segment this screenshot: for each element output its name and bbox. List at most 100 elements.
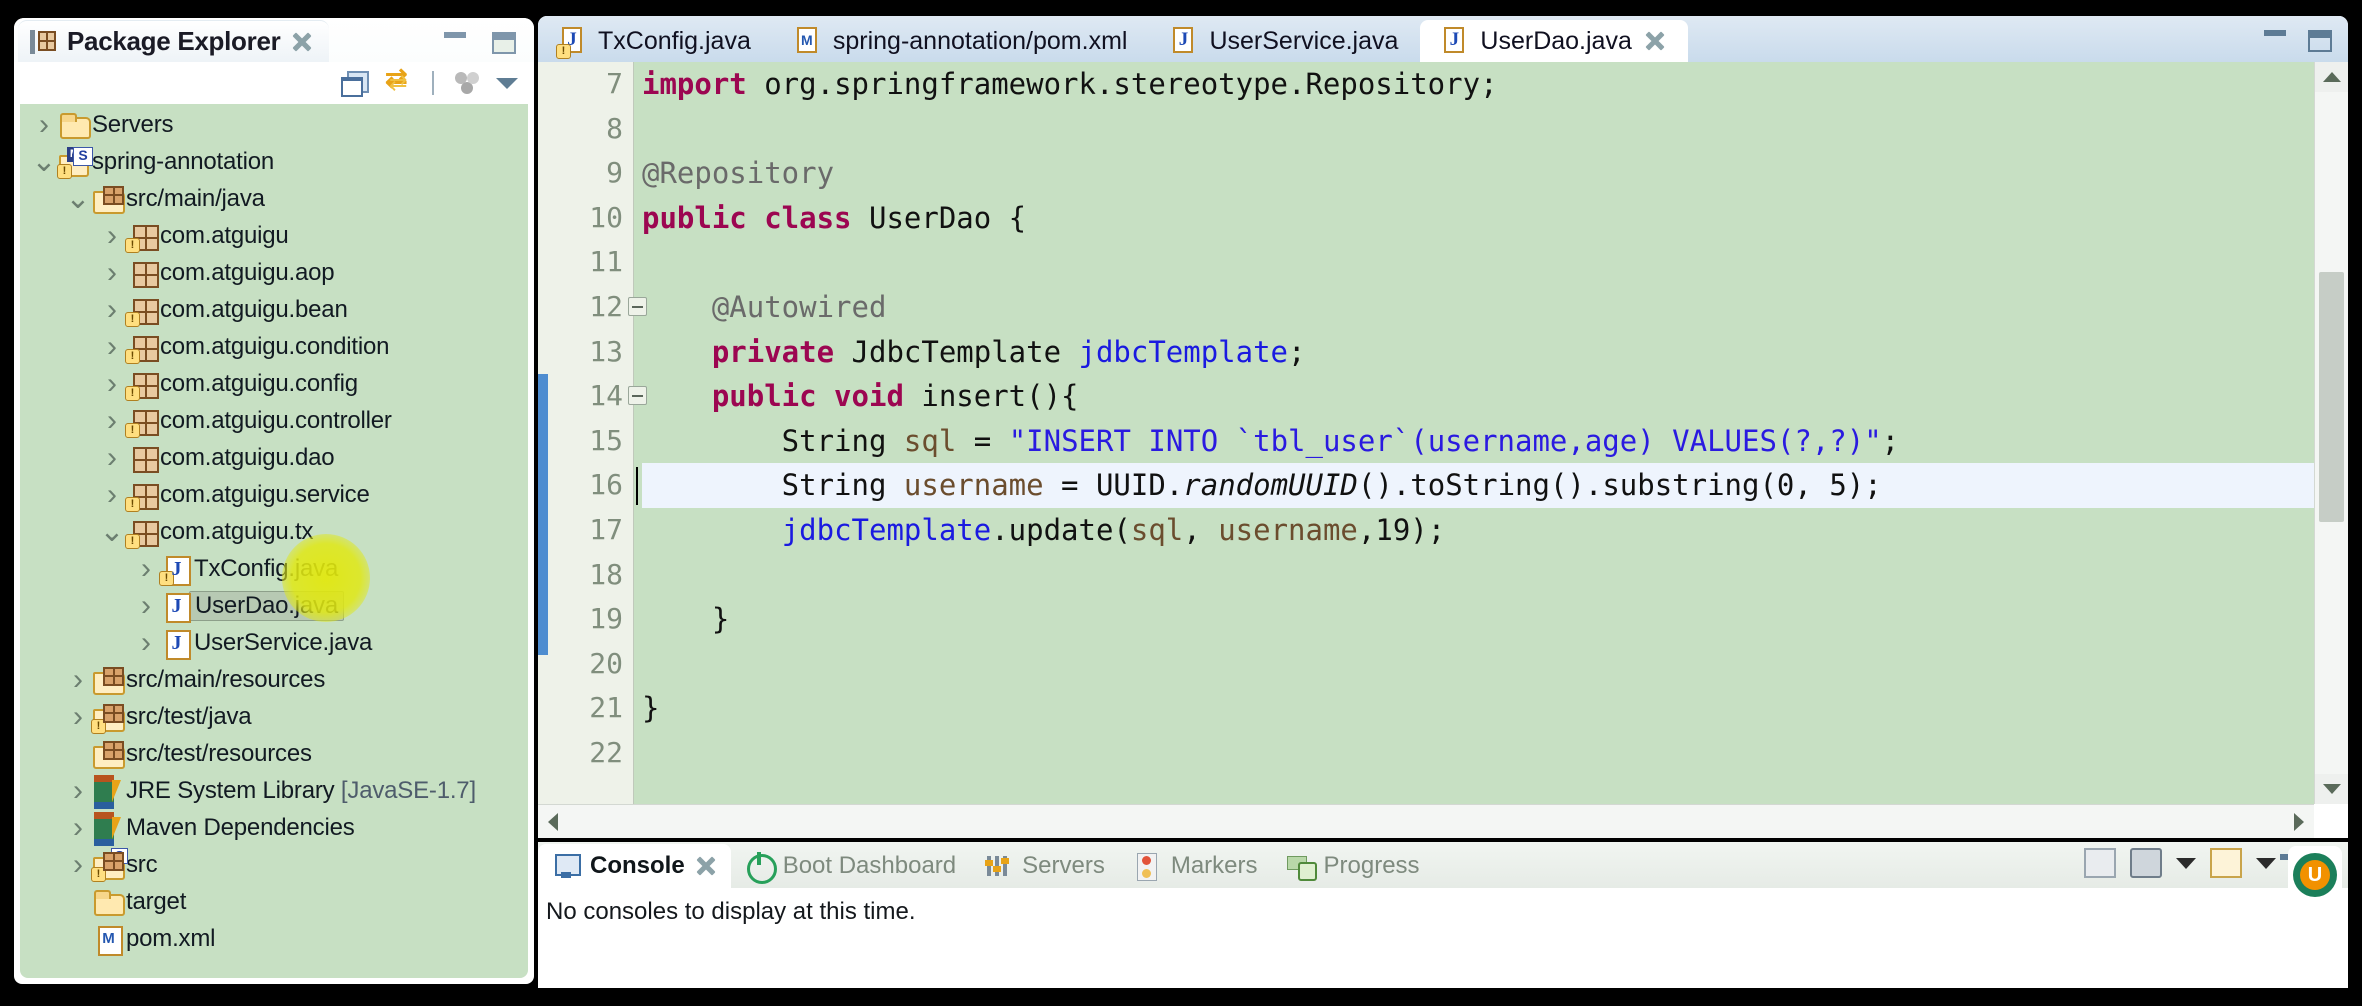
code-pane[interactable]: 7 8 9 10 11 12 13 14 15 16 17 18 19 20 21 22 import org…	[538, 62, 2314, 804]
tree-item-src[interactable]: ›! Ssrc	[20, 846, 528, 883]
open-console-caret-icon[interactable]	[2256, 857, 2276, 869]
chevron-right-icon[interactable]: ›	[98, 442, 126, 473]
maximize-icon[interactable]	[492, 32, 516, 54]
tree-item-label: src/main/java	[126, 184, 265, 212]
code-line[interactable]	[642, 642, 2314, 687]
console-tab-console[interactable]: Console	[538, 844, 731, 888]
chevron-down-icon[interactable]: ⌄	[64, 183, 92, 213]
chevron-right-icon[interactable]: ›	[98, 405, 126, 436]
code-line[interactable]	[642, 240, 2314, 285]
collapse-all-icon[interactable]	[340, 69, 370, 97]
chevron-right-icon[interactable]: ›	[132, 553, 160, 584]
chevron-right-icon[interactable]: ›	[98, 331, 126, 362]
chevron-right-icon[interactable]: ›	[64, 775, 92, 806]
minimize-icon[interactable]	[444, 32, 466, 38]
close-icon[interactable]	[291, 31, 313, 53]
tree-item-com-atguigu-condition[interactable]: ›! com.atguigu.condition	[20, 328, 528, 365]
chevron-right-icon[interactable]: ›	[64, 849, 92, 880]
code-line[interactable]: }	[642, 686, 2314, 731]
vertical-scrollbar[interactable]	[2314, 62, 2348, 804]
line-number: 21	[589, 691, 623, 725]
tree-item-jre-system-library[interactable]: › JRE System Library [JavaSE-1.7]	[20, 772, 528, 809]
tree-item-com-atguigu-tx[interactable]: ⌄! com.atguigu.tx	[20, 513, 528, 550]
tree-item-label: target	[126, 887, 187, 915]
code-line[interactable]	[642, 107, 2314, 152]
code-text[interactable]: import org.springframework.stereotype.Re…	[634, 62, 2314, 804]
scroll-down-arrow-icon[interactable]	[2315, 774, 2348, 804]
clear-console-icon[interactable]	[2084, 848, 2116, 878]
tree-item-maven-dependencies[interactable]: › Maven Dependencies	[20, 809, 528, 846]
editor-minimize-icon[interactable]	[2264, 30, 2286, 36]
tree-item-com-atguigu-config[interactable]: ›! com.atguigu.config	[20, 365, 528, 402]
console-tab-markers[interactable]: Markers	[1119, 844, 1272, 888]
code-line[interactable]: import org.springframework.stereotype.Re…	[642, 62, 2314, 107]
tree-item-target[interactable]: target	[20, 883, 528, 920]
chevron-right-icon[interactable]: ›	[98, 257, 126, 288]
code-line[interactable]: String username = UUID.randomUUID().toSt…	[636, 463, 2314, 508]
close-icon[interactable]	[695, 855, 717, 877]
chevron-right-icon[interactable]: ›	[98, 294, 126, 325]
package-explorer-tab[interactable]: Package Explorer	[18, 20, 330, 62]
chevron-right-icon[interactable]: ›	[30, 109, 58, 140]
chevron-right-icon[interactable]: ›	[98, 479, 126, 510]
tree-item-src-main-resources[interactable]: › src/main/resources	[20, 661, 528, 698]
tree-item-pom-xml[interactable]: pom.xml	[20, 920, 528, 957]
tree-item-src-main-java[interactable]: ⌄ src/main/java	[20, 180, 528, 217]
editor-tab-userdao-java[interactable]: J UserDao.java	[1420, 20, 1688, 62]
chevron-right-icon[interactable]: ›	[64, 701, 92, 732]
tree-item-src-test-resources[interactable]: src/test/resources	[20, 735, 528, 772]
code-line[interactable]: jdbcTemplate.update(sql, username,19);	[642, 508, 2314, 553]
code-line[interactable]: @Autowired	[642, 285, 2314, 330]
code-editor[interactable]: 7 8 9 10 11 12 13 14 15 16 17 18 19 20 21 22 import org…	[538, 62, 2348, 838]
open-console-icon[interactable]	[2210, 848, 2242, 878]
horizontal-scrollbar[interactable]	[538, 804, 2314, 838]
code-line[interactable]: String sql = "INSERT INTO `tbl_user`(use…	[642, 419, 2314, 464]
chevron-right-icon[interactable]: ›	[132, 627, 160, 658]
chevron-down-icon[interactable]: ⌄	[98, 516, 126, 546]
vertical-scrollbar-thumb[interactable]	[2319, 272, 2344, 522]
chevron-right-icon[interactable]: ›	[64, 664, 92, 695]
code-line[interactable]: public void insert(){	[642, 374, 2314, 419]
link-with-editor-icon[interactable]	[384, 63, 414, 97]
chevron-right-icon[interactable]: ›	[64, 812, 92, 843]
tree-item-com-atguigu-controller[interactable]: ›! com.atguigu.controller	[20, 402, 528, 439]
close-icon[interactable]	[1644, 30, 1666, 52]
code-line[interactable]	[642, 731, 2314, 776]
tree-item-com-atguigu-dao[interactable]: › com.atguigu.dao	[20, 439, 528, 476]
display-selected-console-caret-icon[interactable]	[2176, 857, 2196, 869]
chevron-right-icon[interactable]: ›	[132, 590, 160, 621]
tree-item-servers[interactable]: › Servers	[20, 106, 528, 143]
code-line[interactable]: private JdbcTemplate jdbcTemplate;	[642, 330, 2314, 375]
editor-tab-userservice-java[interactable]: J UserService.java	[1149, 20, 1420, 62]
code-line[interactable]: public class UserDao {	[642, 196, 2314, 241]
tree-item-spring-annotation[interactable]: ⌄!Mspring-annotation	[20, 143, 528, 180]
console-tab-boot-dashboard[interactable]: Boot Dashboard	[731, 844, 970, 888]
scroll-left-arrow-icon[interactable]	[538, 805, 568, 838]
code-line[interactable]: }	[642, 597, 2314, 642]
view-menu-dots-icon[interactable]	[452, 69, 482, 97]
code-line[interactable]: @Repository	[642, 151, 2314, 196]
display-selected-console-icon[interactable]	[2130, 848, 2162, 878]
package-explorer-toolbar	[14, 62, 534, 104]
package-explorer-tree[interactable]: ›Servers⌄!Mspring-annotation⌄src/main/ja…	[20, 104, 528, 978]
tree-item-txconfig-java[interactable]: ›! TxConfig.java	[20, 550, 528, 587]
chevron-right-icon[interactable]: ›	[98, 220, 126, 251]
view-menu-caret-icon[interactable]	[496, 77, 518, 89]
editor-tab-spring-annotation-pom-xml[interactable]: Mspring-annotation/pom.xml	[773, 20, 1150, 62]
editor-maximize-icon[interactable]	[2308, 30, 2332, 52]
tree-item-userservice-java[interactable]: › UserService.java	[20, 624, 528, 661]
chevron-right-icon[interactable]: ›	[98, 368, 126, 399]
scroll-up-arrow-icon[interactable]	[2315, 62, 2348, 92]
console-tab-servers[interactable]: Servers	[970, 844, 1119, 888]
tree-item-com-atguigu-bean[interactable]: ›! com.atguigu.bean	[20, 291, 528, 328]
tree-item-com-atguigu-service[interactable]: ›! com.atguigu.service	[20, 476, 528, 513]
console-tab-progress[interactable]: Progress	[1272, 844, 1434, 888]
tree-item-src-test-java[interactable]: ›! src/test/java	[20, 698, 528, 735]
chevron-down-icon[interactable]: ⌄	[30, 146, 58, 176]
tree-item-com-atguigu-aop[interactable]: › com.atguigu.aop	[20, 254, 528, 291]
scroll-right-arrow-icon[interactable]	[2284, 805, 2314, 838]
code-line[interactable]	[642, 553, 2314, 598]
tree-item-userdao-java[interactable]: › UserDao.java	[20, 587, 528, 624]
editor-tab-txconfig-java[interactable]: J! TxConfig.java	[538, 20, 773, 62]
tree-item-com-atguigu[interactable]: ›! com.atguigu	[20, 217, 528, 254]
